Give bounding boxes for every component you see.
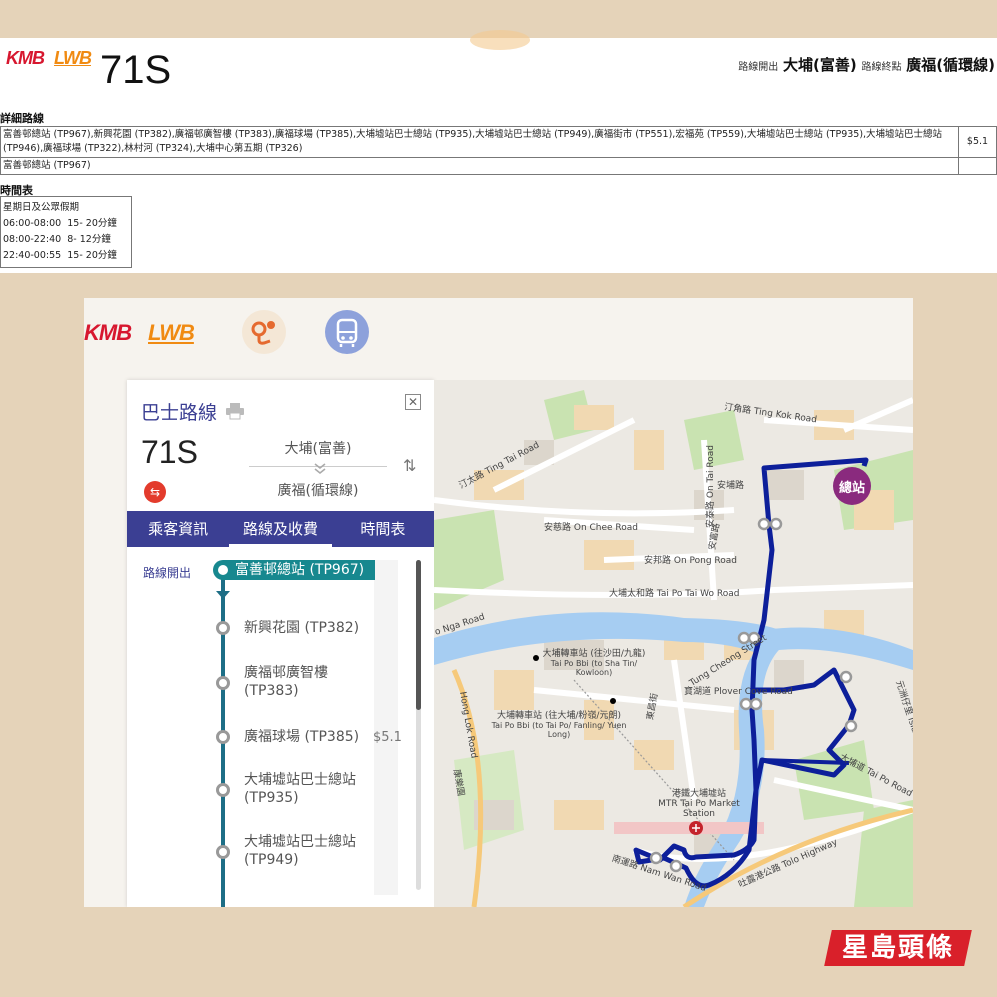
- stop-name: 廣福邨廣智樓 (TP383): [244, 665, 328, 699]
- destination: 廣福(循環線): [906, 56, 995, 74]
- map-label: 寶湖道 Plover Cove Road: [684, 687, 793, 697]
- timetable-row: 08:00-22:40 8- 12分鐘: [3, 234, 111, 245]
- map-label: 大埔太和路 Tai Po Tai Wo Road: [609, 589, 740, 599]
- route-info-page: KMB LWB 71S 路線開出 大埔(富善) 路線終點 廣福(循環線) 詳細路…: [0, 30, 997, 273]
- map-label: 安泰路 On Tai Road: [705, 445, 716, 528]
- scrollbar[interactable]: [416, 560, 421, 890]
- map-label: 安邦路 On Pong Road: [644, 556, 737, 566]
- close-icon[interactable]: ✕: [405, 394, 421, 410]
- route-number: 71S: [100, 48, 172, 92]
- stop-name: 廣福球場 (TP385): [244, 729, 360, 745]
- origin-label: 路線開出: [738, 62, 779, 73]
- route-to: 廣福(循環線): [277, 483, 359, 499]
- stop-name: 新興花園 (TP382): [244, 620, 360, 636]
- route-endpoints: 路線開出 大埔(富善) 路線終點 廣福(循環線): [738, 54, 995, 75]
- origin: 大埔(富善): [783, 56, 857, 74]
- map-label: 大埔轉車站 (往沙田/九龍) Tai Po Bbi (to Sha Tin/ Ko…: [542, 649, 646, 677]
- stop-dot-icon: [216, 845, 230, 859]
- tab-passenger-info[interactable]: 乘客資訊: [127, 511, 229, 547]
- swap-direction-icon[interactable]: ⇅: [403, 456, 416, 475]
- tab-timetable[interactable]: 時間表: [332, 511, 434, 547]
- detail-title: 詳細路線: [0, 112, 44, 125]
- route-type-icon: ⇆: [144, 481, 166, 503]
- start-label: 路線開出: [143, 566, 192, 580]
- route-search-icon[interactable]: [242, 310, 286, 354]
- chevron-down-icon: [314, 460, 326, 479]
- timetable-row: 06:00-08:00 15- 20分鐘: [3, 218, 117, 229]
- lwb-logo: LWB: [54, 48, 92, 68]
- stop-name: 大埔墟站巴士總站 (TP949): [244, 834, 356, 868]
- route-map[interactable]: 總站 汀角路 Ting Kok Road 汀太路 Ting Tai Road 安…: [434, 380, 913, 907]
- route-panel: 巴士路線 ✕ 71S 大埔(富善) 廣福(循環線) ⇅ ⇆ 乘客資訊 路線及收費…: [127, 380, 434, 907]
- brand-watermark: 星島頭條: [824, 930, 972, 966]
- stop-list: 路線開出 富善邨總站 (TP967) 新興花園 (TP382) 廣福邨廣智樓 (…: [127, 547, 434, 907]
- route-app: KMB LWB 巴士路線 ✕ 71S 大埔(富善) 廣福(循環線) ⇅ ⇆ 乘客…: [84, 298, 913, 907]
- route-detail-table: 富善邨總站 (TP967),新興花園 (TP382),廣福邨廣智樓 (TP383…: [0, 126, 997, 175]
- fare-column: [374, 560, 398, 895]
- lwb-logo: LWB: [148, 320, 195, 345]
- terminus-marker[interactable]: 總站: [835, 477, 869, 496]
- return-cell: 富善邨總站 (TP967): [0, 157, 959, 175]
- route-stops-cell: 富善邨總站 (TP967),新興花園 (TP382),廣福邨廣智樓 (TP383…: [0, 126, 959, 158]
- map-label: 安埔路: [717, 481, 745, 491]
- stop-dot-icon: [216, 621, 230, 635]
- dest-label: 路線終點: [861, 62, 902, 73]
- map-label: 港鐵大埔墟站 MTR Tai Po Market Station: [658, 789, 740, 819]
- print-icon[interactable]: [225, 402, 245, 425]
- stop-dot-icon: [216, 730, 230, 744]
- table-row: 富善邨總站 (TP967): [0, 157, 997, 175]
- direction-arrow-icon: [216, 591, 230, 599]
- stop-dot-icon: [216, 676, 230, 690]
- timetable-row: 22:40-00:55 15- 20分鐘: [3, 250, 117, 261]
- fare-cell: $5.1: [958, 126, 997, 158]
- timetable-header: 星期日及公眾假期: [3, 202, 80, 213]
- route-from: 大埔(富善): [284, 441, 352, 457]
- kmb-logo: KMB: [6, 48, 45, 68]
- map-label: 大埔轉車站 (往大埔/粉嶺/元朗) Tai Po Bbi (to Tai Po/ …: [491, 711, 627, 739]
- tab-route-fare[interactable]: 路線及收費: [229, 511, 332, 547]
- stop-name: 大埔墟站巴士總站 (TP935): [244, 772, 356, 806]
- timetable: 星期日及公眾假期 06:00-08:00 15- 20分鐘 08:00-22:4…: [0, 196, 132, 268]
- empty-cell: [958, 157, 997, 175]
- route-number: 71S: [141, 434, 198, 470]
- map-label: 安慈路 On Chee Road: [544, 523, 639, 533]
- panel-tabs: 乘客資訊 路線及收費 時間表: [127, 511, 434, 547]
- decorative-orb: [470, 30, 530, 50]
- stop-dot-icon: [216, 783, 230, 797]
- bus-route-icon[interactable]: [325, 310, 369, 354]
- stop-fare: $5.1: [373, 730, 402, 745]
- table-row: 富善邨總站 (TP967),新興花園 (TP382),廣福邨廣智樓 (TP383…: [0, 126, 997, 158]
- panel-title: 巴士路線: [141, 398, 245, 425]
- kmb-logo: KMB: [84, 320, 132, 345]
- first-stop[interactable]: 富善邨總站 (TP967): [213, 560, 375, 580]
